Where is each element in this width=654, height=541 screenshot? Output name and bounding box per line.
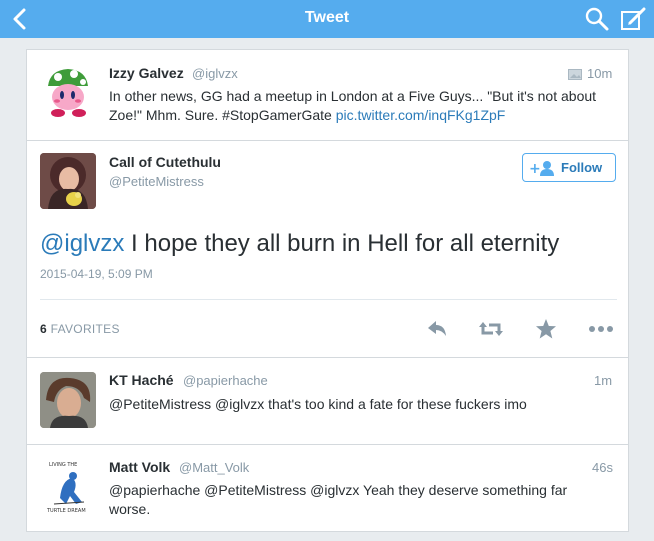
avatar[interactable]: LIVING THE TURTLE DREAM xyxy=(40,458,96,514)
top-navigation-bar: Tweet xyxy=(0,0,654,38)
author-name[interactable]: KT Haché xyxy=(109,372,174,388)
tweet-time: 46s xyxy=(592,460,613,475)
avatar-caption-top: LIVING THE xyxy=(49,462,77,468)
main-tweet: Call of Cutethulu @PetiteMistress + Foll… xyxy=(26,140,629,358)
mention-link[interactable]: @iglvzx xyxy=(40,230,124,257)
add-user-icon: + xyxy=(529,161,554,176)
reply-tweet[interactable]: LIVING THE TURTLE DREAM Matt Volk @Matt_… xyxy=(26,444,629,532)
in-reply-to-tweet[interactable]: Izzy Galvez @iglvzx 10m In other news, G… xyxy=(26,49,629,141)
author-name[interactable]: Call of Cutethulu xyxy=(109,154,221,170)
avatar[interactable] xyxy=(40,372,96,428)
author-handle[interactable]: @Matt_Volk xyxy=(179,460,249,475)
svg-text:+: + xyxy=(529,161,541,176)
favorites-number: 6 xyxy=(40,322,47,336)
favorites-label: FAVORITES xyxy=(50,322,120,336)
reply-tweet[interactable]: KT Haché @papierhache 1m @PetiteMistress… xyxy=(26,357,629,445)
tweet-text: @iglvzx I hope they all burn in Hell for… xyxy=(40,230,559,258)
tweet-text-line: @papierhache @PetiteMistress @iglvzx Yea… xyxy=(109,482,568,498)
tweet-time: 1m xyxy=(594,373,613,388)
photo-icon xyxy=(568,67,582,85)
tweet-time: 10m xyxy=(587,66,613,81)
search-icon[interactable] xyxy=(583,5,611,33)
more-icon[interactable] xyxy=(588,317,613,341)
author-handle[interactable]: @papierhache xyxy=(183,373,268,388)
media-link[interactable]: pic.twitter.com/inqFKg1ZpF xyxy=(336,107,506,123)
retweet-icon[interactable] xyxy=(478,317,503,341)
tweet-timestamp: 2015-04-19, 5:09 PM xyxy=(40,267,153,281)
author-handle[interactable]: @iglvzx xyxy=(192,66,238,81)
tweet-text-line: worse. xyxy=(109,501,151,517)
favorite-star-icon[interactable] xyxy=(534,317,558,341)
tweet-text: In other news, GG had a meetup in London… xyxy=(109,87,619,125)
avatar[interactable] xyxy=(40,64,96,120)
reply-icon[interactable] xyxy=(425,317,449,341)
follow-label: Follow xyxy=(561,160,603,175)
compose-icon[interactable] xyxy=(618,4,648,34)
avatar-caption-bottom: TURTLE DREAM xyxy=(46,508,86,514)
author-handle[interactable]: @PetiteMistress xyxy=(109,174,204,189)
favorites-count[interactable]: 6 FAVORITES xyxy=(40,322,120,336)
follow-button[interactable]: + Follow xyxy=(522,153,616,182)
author-name[interactable]: Izzy Galvez xyxy=(109,65,184,81)
page-title: Tweet xyxy=(304,9,350,26)
author-name[interactable]: Matt Volk xyxy=(109,459,170,475)
tweet-text: @papierhache @PetiteMistress @iglvzx Yea… xyxy=(109,481,624,519)
divider xyxy=(40,299,617,300)
tweet-text: @PetiteMistress @iglvzx that's too kind … xyxy=(109,396,527,412)
avatar[interactable] xyxy=(40,153,96,209)
tweet-body: I hope they all burn in Hell for all ete… xyxy=(124,230,560,257)
